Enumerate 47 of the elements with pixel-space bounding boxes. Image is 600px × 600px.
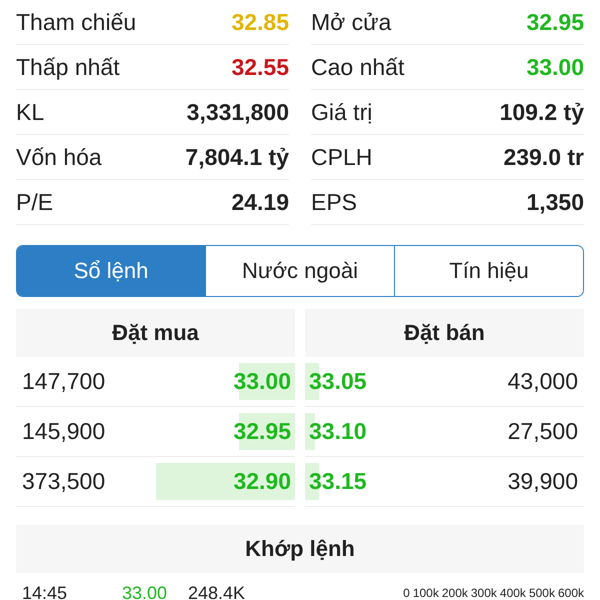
stat-label: Cao nhất: [311, 54, 404, 80]
stat-label: Thấp nhất: [16, 54, 120, 80]
axis-tick: 600k: [558, 586, 584, 600]
stat-value: 32.85: [231, 8, 289, 36]
stat-label: KL: [16, 98, 44, 126]
bid-volume: 373,500: [21, 468, 106, 495]
stat-label: Tham chiếu: [16, 8, 136, 36]
ask-volume: 43,000: [506, 368, 579, 395]
ask-price: 33.15: [308, 468, 368, 495]
column-header: Đặt mua: [16, 309, 295, 357]
axis-tick: 500k: [528, 586, 555, 600]
ask-price: 33.10: [308, 418, 368, 445]
stat-value: 24.19: [231, 188, 289, 216]
stat-label: Mở cửa: [311, 8, 392, 36]
ask-volume: 39,900: [506, 468, 579, 495]
trade-time: 14:45: [22, 582, 68, 600]
bid-price: 32.90: [232, 468, 292, 495]
trade-price: 33.00: [122, 582, 168, 600]
stat-label: Giá trị: [311, 98, 372, 126]
axis-tick: 300k: [470, 586, 497, 600]
stat-value: 7,804.1 tỷ: [185, 144, 289, 170]
stat-value: 109.2 tỷ: [500, 98, 584, 126]
bid-price: 33.00: [232, 368, 292, 395]
bid-volume: 145,900: [21, 418, 106, 445]
trade-volume: 248.4K: [188, 582, 246, 600]
stat-value: 32.55: [231, 54, 289, 80]
stat-label: P/E: [16, 188, 54, 216]
stat-label: EPS: [311, 188, 358, 216]
column-header: Đặt bán: [305, 309, 584, 357]
axis-tick: 100k: [412, 586, 439, 600]
stat-value: 239.0 tr: [503, 144, 584, 170]
axis-tick: 0: [403, 586, 410, 600]
axis-tick: 200k: [442, 586, 468, 600]
ask-price: 33.05: [308, 368, 368, 395]
bid-volume: 147,700: [21, 368, 106, 395]
stat-label: CPLH: [311, 144, 372, 170]
stat-value: 32.95: [526, 8, 584, 36]
stat-value: 33.00: [526, 54, 584, 80]
tab[interactable]: Sổ lệnh: [17, 246, 205, 296]
stat-value: 1,350: [526, 188, 584, 216]
section-header: Khớp lệnh: [16, 525, 584, 573]
stat-value: 3,331,800: [186, 98, 289, 126]
axis-tick: 400k: [500, 586, 526, 600]
stat-label: Vốn hóa: [16, 144, 102, 170]
bid-price: 32.95: [232, 418, 292, 445]
ask-volume: 27,500: [506, 418, 579, 445]
tab[interactable]: Tín hiệu: [394, 246, 583, 296]
